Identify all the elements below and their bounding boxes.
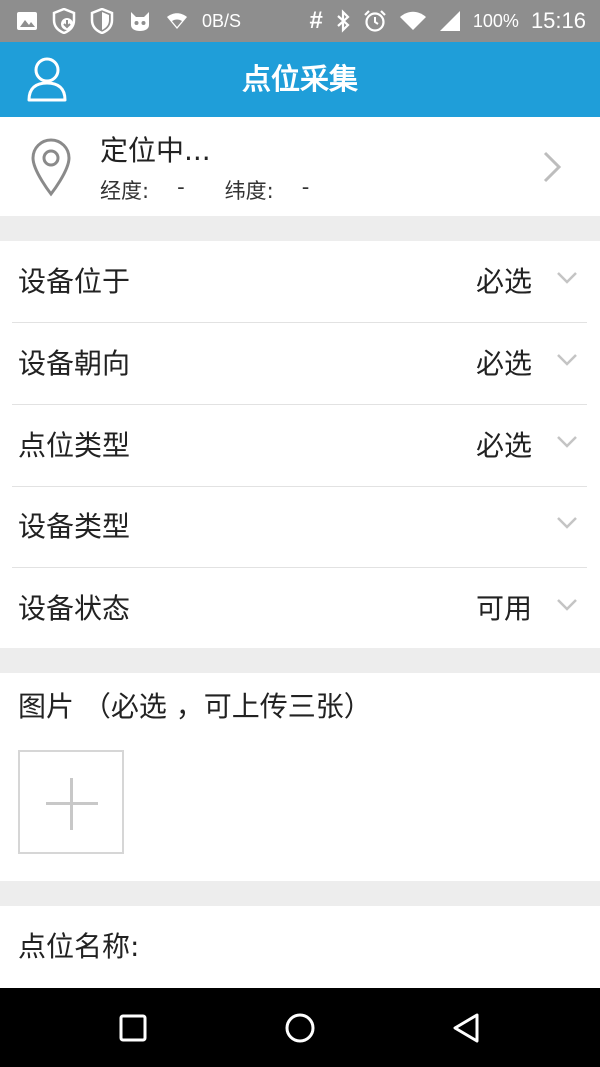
field-label: 设备位于 bbox=[18, 265, 131, 298]
chevron-down-icon bbox=[557, 599, 577, 611]
field-point-type[interactable]: 点位类型 必选 bbox=[0, 405, 600, 486]
page-title: 点位采集 bbox=[241, 62, 358, 96]
latitude-value: - bbox=[301, 175, 310, 199]
longitude-label: 经度: bbox=[100, 179, 150, 203]
coordinates: 经度: - 纬度: - bbox=[100, 175, 349, 205]
field-device-type[interactable]: 设备类型 bbox=[0, 486, 600, 567]
shield-download-icon bbox=[52, 8, 76, 34]
device-fields: 设备位于 必选 设备朝向 必选 点位类型 必选 设备类型 设备状态 可用 bbox=[0, 241, 600, 648]
field-value: 可用 bbox=[475, 592, 532, 625]
status-bar-right: # 100% 15:16 bbox=[310, 0, 586, 42]
add-photo-button[interactable] bbox=[18, 750, 124, 854]
field-device-location[interactable]: 设备位于 必选 bbox=[0, 241, 600, 322]
point-name-label: 点位名称: bbox=[18, 930, 140, 963]
point-name-row[interactable]: 点位名称: bbox=[0, 906, 600, 988]
plus-icon-vertical bbox=[70, 778, 73, 830]
field-value: 必选 bbox=[475, 265, 532, 298]
photo-section: 图片 （必选 ，可上传三张） bbox=[0, 673, 600, 881]
hash-icon: # bbox=[309, 7, 323, 34]
location-status: 定位中... bbox=[100, 134, 211, 167]
status-bar-left: 0B/S bbox=[16, 0, 241, 42]
alarm-icon bbox=[363, 9, 387, 33]
chevron-down-icon bbox=[557, 436, 577, 448]
field-label: 点位类型 bbox=[18, 429, 131, 462]
signal-icon bbox=[439, 9, 461, 33]
wifi-full-icon bbox=[399, 9, 427, 33]
chevron-down-icon bbox=[557, 517, 577, 529]
home-button[interactable] bbox=[278, 1006, 322, 1050]
field-device-status[interactable]: 设备状态 可用 bbox=[0, 568, 600, 649]
back-icon bbox=[453, 1013, 479, 1043]
shield-icon bbox=[90, 8, 114, 34]
net-speed: 0B/S bbox=[202, 10, 242, 31]
bluetooth-icon bbox=[335, 9, 351, 33]
app-bar: 点位采集 bbox=[0, 42, 600, 117]
wifi-icon bbox=[166, 9, 188, 33]
image-icon bbox=[16, 9, 38, 33]
cat-icon bbox=[128, 9, 152, 33]
field-label: 设备状态 bbox=[18, 592, 131, 625]
chevron-down-icon bbox=[557, 354, 577, 366]
system-nav-bar bbox=[0, 988, 600, 1067]
location-pin-icon bbox=[31, 138, 71, 197]
location-row[interactable]: 定位中... 经度: - 纬度: - bbox=[0, 117, 600, 216]
longitude-value: - bbox=[177, 175, 185, 199]
chevron-right-icon bbox=[543, 151, 562, 183]
back-button[interactable] bbox=[444, 1006, 488, 1050]
battery-text: 100% bbox=[472, 10, 519, 31]
latitude-label: 纬度: bbox=[224, 179, 274, 203]
clock: 15:16 bbox=[530, 8, 586, 33]
recents-button[interactable] bbox=[111, 1006, 155, 1050]
field-label: 设备朝向 bbox=[18, 347, 131, 380]
chevron-down-icon bbox=[557, 272, 577, 284]
field-device-orientation[interactable]: 设备朝向 必选 bbox=[0, 323, 600, 404]
home-icon bbox=[285, 1013, 315, 1043]
status-bar: 0B/S # 100% 15:16 bbox=[0, 0, 600, 42]
field-value: 必选 bbox=[475, 347, 532, 380]
field-value: 必选 bbox=[475, 429, 532, 462]
recents-icon bbox=[119, 1014, 147, 1042]
field-label: 设备类型 bbox=[18, 510, 131, 543]
photo-section-title: 图片 （必选 ，可上传三张） bbox=[18, 690, 372, 723]
